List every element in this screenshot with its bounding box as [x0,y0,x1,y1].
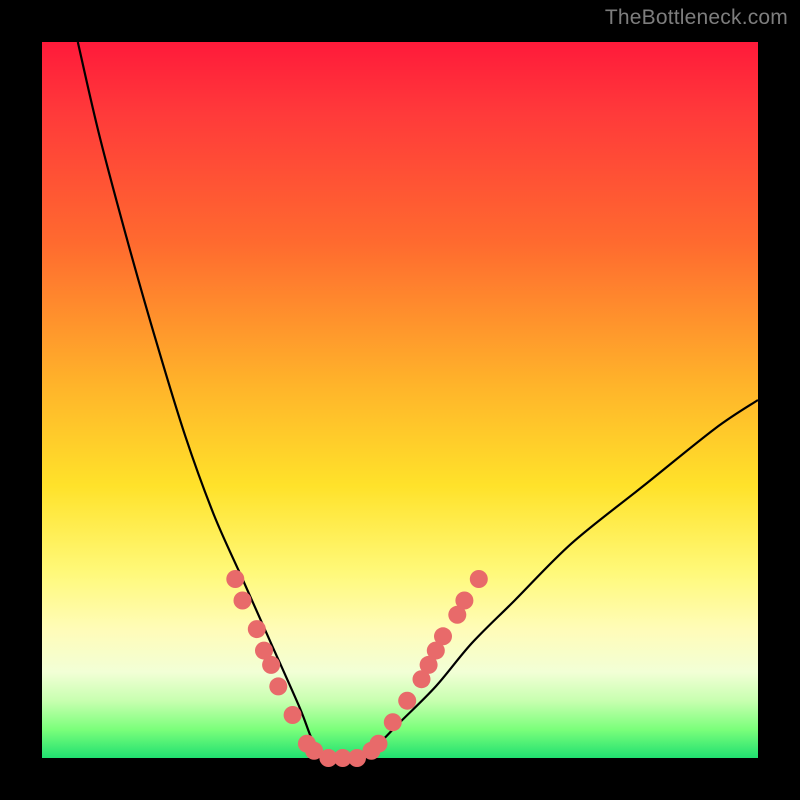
curve-marker [284,706,302,724]
curve-marker [470,570,488,588]
bottleneck-curve [78,42,758,759]
chart-frame: TheBottleneck.com [0,0,800,800]
marker-cluster [226,570,488,767]
curve-marker [398,692,416,710]
curve-marker [434,627,452,645]
curve-marker [455,592,473,610]
curve-marker [248,620,266,638]
curve-marker [384,713,402,731]
curve-marker [262,656,280,674]
curve-marker [226,570,244,588]
plot-area [42,42,758,758]
curve-marker [234,592,252,610]
curve-marker [269,677,287,695]
watermark-text: TheBottleneck.com [605,6,788,30]
curve-marker [370,735,388,753]
bottleneck-curve-svg [42,42,758,758]
